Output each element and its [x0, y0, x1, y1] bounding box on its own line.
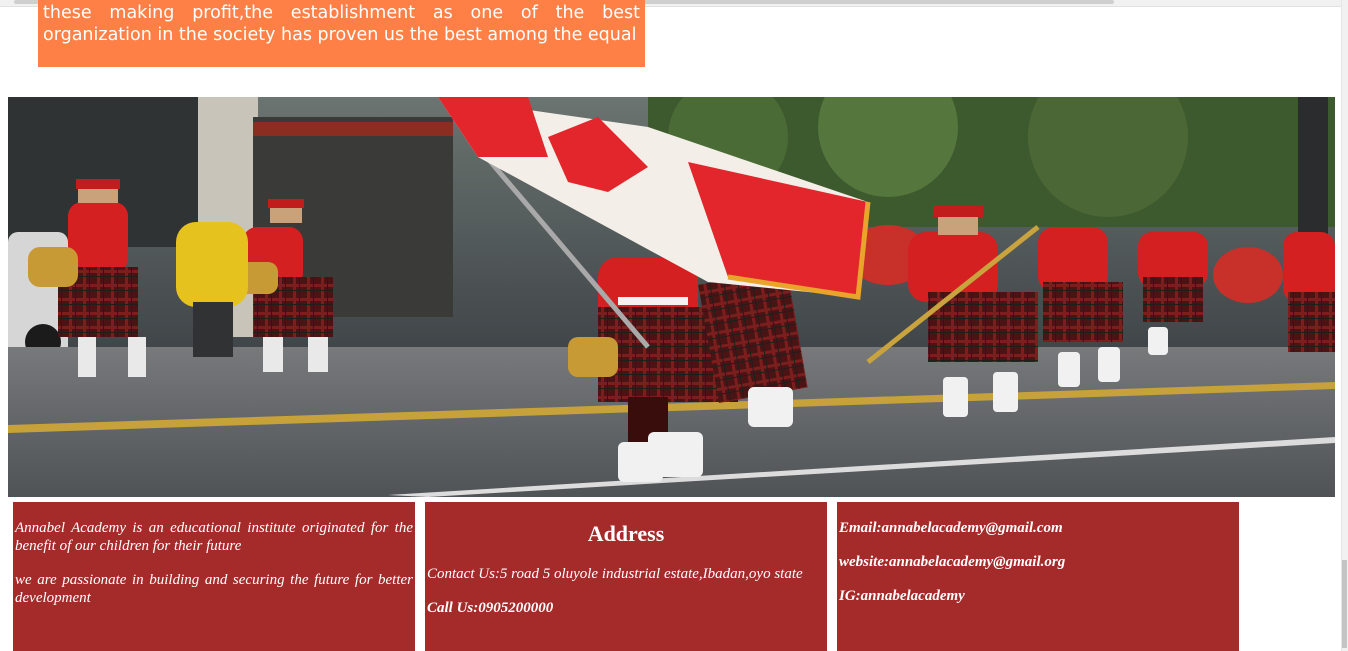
address-title: Address — [587, 521, 665, 546]
address-contact: Contact Us:5 road 5 oluyole industrial e… — [427, 566, 803, 582]
contact-instagram[interactable]: IG:annabelacademy — [839, 587, 1237, 605]
contacts-box: Email:annabelacademy@gmail.com website:a… — [837, 502, 1239, 651]
address-box: Address Contact Us:5 road 5 oluyole indu… — [425, 502, 827, 651]
vertical-scrollbar-thumb[interactable] — [1342, 560, 1347, 648]
intro-box: these making profit,the establishment as… — [38, 0, 645, 67]
about-box: Annabel Academy is an educational instit… — [13, 502, 415, 651]
intro-text-line-2: organization in the society has proven u… — [43, 25, 637, 45]
vertical-scrollbar[interactable] — [1341, 0, 1348, 651]
hero-image — [8, 97, 1335, 497]
marcher-right-4 — [1283, 232, 1335, 352]
address-call: Call Us:0905200000 — [427, 600, 554, 616]
about-text-1: Annabel Academy is an educational instit… — [15, 520, 413, 554]
intro-text-line-1: these making profit,the establishment as… — [43, 3, 640, 23]
about-text-2: we are passionate in building and securi… — [15, 572, 413, 606]
contact-website[interactable]: website:annabelacademy@gmail.org — [839, 553, 1237, 571]
contact-email[interactable]: Email:annabelacademy@gmail.com — [839, 519, 1237, 537]
